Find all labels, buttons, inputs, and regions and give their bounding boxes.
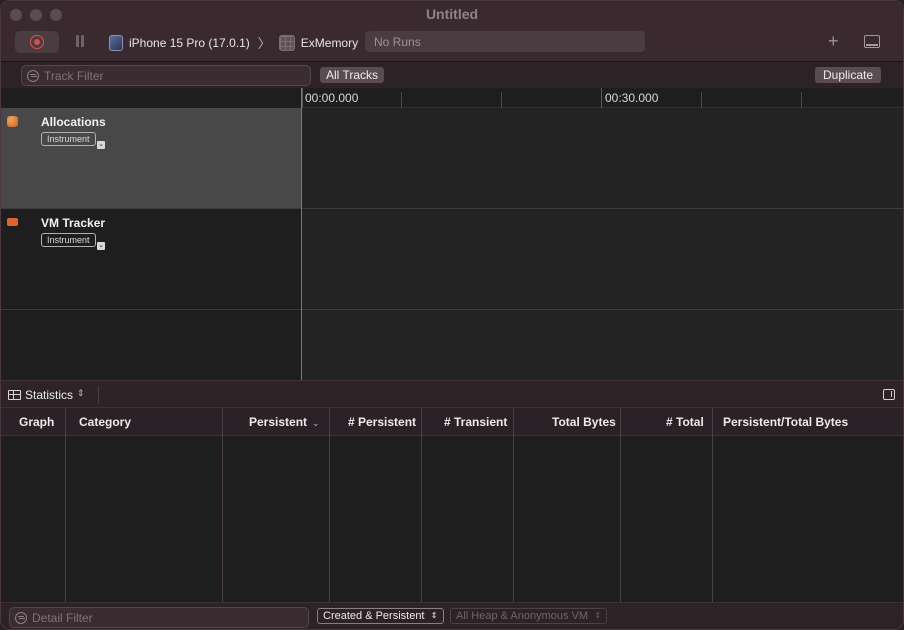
track-header[interactable]: Allocations Instrument ⌄ <box>1 108 301 208</box>
chevron-down-icon[interactable]: ⌄ <box>97 141 105 149</box>
lifespan-popup[interactable]: Created & Persistent ⇕ <box>317 608 444 624</box>
filter-icon <box>15 612 27 624</box>
column-total-bytes[interactable]: Total Bytes <box>552 415 616 429</box>
detail-view-bar: Statistics ⇕ <box>1 380 903 408</box>
pause-button[interactable] <box>74 35 86 49</box>
column-category[interactable]: Category <box>79 415 131 429</box>
vm-tracker-icon <box>7 218 18 226</box>
instruments-window: Untitled iPhone 15 Pro (17.0.1) 〉 ExMemo… <box>0 0 904 630</box>
record-button[interactable] <box>15 31 59 53</box>
target-name: ExMemory <box>300 35 359 50</box>
iphone-device-icon <box>109 34 123 51</box>
target-selector[interactable]: iPhone 15 Pro (17.0.1) 〉 ExMemory <box>109 33 358 52</box>
up-down-chevron-icon[interactable]: ⇕ <box>77 388 85 399</box>
column-persistent-total-bytes[interactable]: Persistent/Total Bytes <box>723 415 848 429</box>
track-lane[interactable] <box>302 108 903 208</box>
empty-track-area <box>1 310 903 380</box>
instrument-badge[interactable]: Instrument <box>41 132 96 146</box>
statistics-table-body[interactable] <box>1 436 903 602</box>
allocations-icon <box>7 116 18 127</box>
track-lane[interactable] <box>302 209 903 309</box>
add-instrument-button[interactable]: + <box>828 30 839 52</box>
track-vm-tracker[interactable]: VM Tracker Instrument ⌄ <box>1 209 903 310</box>
column-graph[interactable]: Graph <box>19 415 54 429</box>
table-icon <box>8 390 21 400</box>
detail-filter-input[interactable]: Detail Filter <box>9 607 309 628</box>
track-name: Allocations <box>41 115 106 129</box>
app-icon <box>278 34 295 51</box>
duplicate-button[interactable]: Duplicate <box>815 67 882 83</box>
filter-icon <box>27 70 39 82</box>
track-allocations[interactable]: Allocations Instrument ⌄ <box>1 108 903 209</box>
instrument-badge[interactable]: Instrument <box>41 233 96 247</box>
window-title: Untitled <box>425 6 479 22</box>
toolbar: Untitled iPhone 15 Pro (17.0.1) 〉 ExMemo… <box>1 1 903 61</box>
column-num-total[interactable]: # Total <box>666 415 704 429</box>
runs-selector[interactable]: No Runs <box>365 31 645 52</box>
column-persistent[interactable]: Persistent ⌄ <box>249 415 320 429</box>
chevron-down-icon[interactable]: ⌄ <box>97 242 105 250</box>
detail-filter-placeholder: Detail Filter <box>32 611 93 625</box>
up-down-chevron-icon: ⇕ <box>594 611 602 620</box>
track-divider[interactable] <box>301 88 302 380</box>
statistics-table-header: Graph Category Persistent ⌄ # Persistent … <box>1 408 903 436</box>
track-filter-input[interactable]: Track Filter <box>21 65 311 86</box>
timeline-ruler[interactable]: 00:00.000 00:30.000 <box>1 88 903 108</box>
column-num-persistent[interactable]: # Persistent <box>348 415 416 429</box>
up-down-chevron-icon: ⇕ <box>430 611 438 620</box>
track-header[interactable]: VM Tracker Instrument ⌄ <box>1 209 301 309</box>
record-icon <box>34 39 40 45</box>
toggle-bottom-panel-icon[interactable] <box>864 35 880 48</box>
ruler-tick-label: 00:00.000 <box>305 91 359 105</box>
allocation-type-popup[interactable]: All Heap & Anonymous VM ⇕ <box>450 608 608 624</box>
detail-filter-bar: Detail Filter Created & Persistent ⇕ All … <box>1 602 903 629</box>
track-filter-placeholder: Track Filter <box>44 69 104 83</box>
track-name: VM Tracker <box>41 216 106 230</box>
device-name: iPhone 15 Pro (17.0.1) <box>129 35 250 50</box>
all-tracks-button[interactable]: All Tracks <box>320 67 385 83</box>
sort-descending-icon: ⌄ <box>312 418 320 428</box>
detail-view-selector[interactable]: Statistics <box>25 388 73 402</box>
ruler-tick-label: 00:30.000 <box>605 91 659 105</box>
toggle-inspector-icon[interactable] <box>883 389 895 400</box>
track-filter-bar: Track Filter All Tracks Duplicate <box>1 61 903 88</box>
column-num-transient[interactable]: # Transient <box>444 415 507 429</box>
chevron-right-icon: 〉 <box>257 36 271 51</box>
